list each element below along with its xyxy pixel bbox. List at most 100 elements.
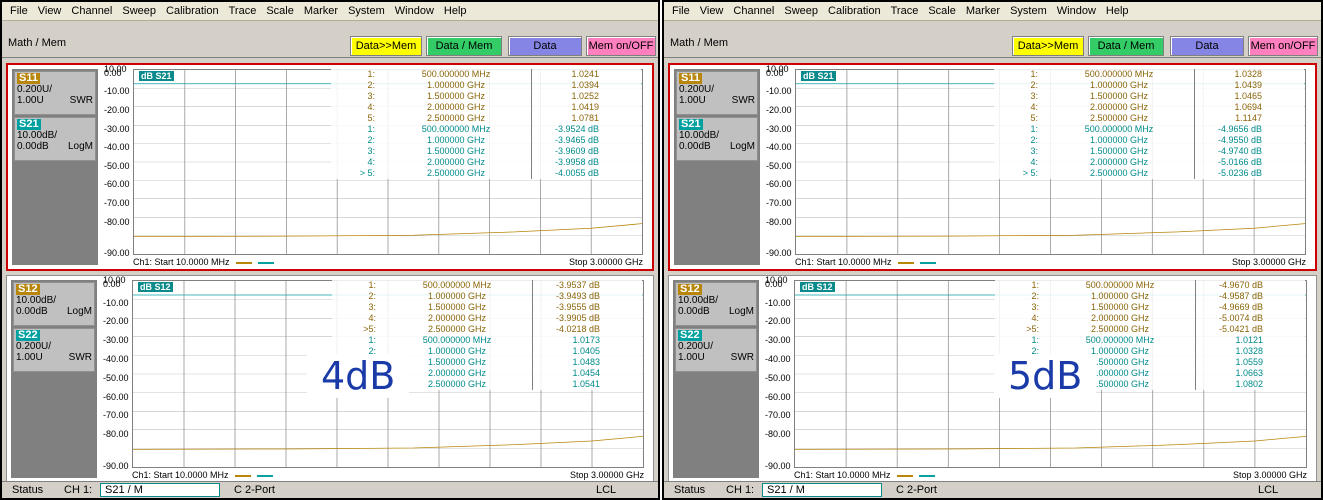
menu-scale[interactable]: Scale — [261, 5, 299, 17]
trace-box-2[interactable]: S21 10.00dB/0.00dB LogM — [676, 117, 758, 161]
trace-ref-line: 1.00U SWR — [678, 352, 754, 363]
marker-row[interactable]: 5: 2.500000 GHz 1.1147 — [994, 113, 1304, 124]
marker-value: 1.0663 — [1195, 368, 1265, 379]
stop-frequency: Stop 3.00000 GHz — [569, 470, 644, 480]
marker-value: 1.0541 — [532, 379, 602, 390]
marker-row[interactable]: >5: 2.500000 GHz -5.0421 dB — [995, 324, 1305, 335]
menu-file[interactable]: File — [5, 5, 33, 17]
marker-row[interactable]: 2: 1.000000 GHz -3.9465 dB — [331, 135, 641, 146]
menu-trace[interactable]: Trace — [886, 5, 924, 17]
marker-row[interactable]: 5: 2.500000 GHz 1.0781 — [331, 113, 641, 124]
trace-box-2[interactable]: S22 0.200U/1.00U SWR — [675, 328, 757, 372]
marker-row[interactable]: 1: 500.000000 MHz -3.9537 dB — [332, 280, 642, 291]
data-button[interactable]: Data — [508, 36, 582, 56]
marker-readout: 1: 500.000000 MHz 1.0328 2: 1.000000 GHz 1.04… — [994, 69, 1304, 179]
menu-channel[interactable]: Channel — [728, 5, 779, 17]
marker-row[interactable]: 3: 1.500000 GHz -3.9609 dB — [331, 146, 641, 157]
plot-area[interactable]: 10.00 0.00 -10.00 -20.00 -30.00 -40.00 -50.00-… — [765, 64, 1310, 269]
marker-row[interactable]: 4: 2.000000 GHz -5.0074 dB — [995, 313, 1305, 324]
marker-frequency: 1.500000 GHz — [1090, 302, 1150, 312]
trace-box-1[interactable]: S12 10.00dB/0.00dB LogM — [13, 282, 95, 326]
trace-box-2[interactable]: S21 10.00dB/0.00dB LogM — [14, 117, 96, 161]
marker-row[interactable]: 4: 2.000000 GHz 1.0694 — [994, 102, 1304, 113]
marker-row[interactable]: > 5: 2.500000 GHz -5.0236 dB — [994, 168, 1304, 179]
marker-row[interactable]: 2: 1.000000 GHz -4.9550 dB — [994, 135, 1304, 146]
menu-scale[interactable]: Scale — [923, 5, 961, 17]
marker-value: -3.9555 dB — [532, 302, 602, 313]
marker-row[interactable]: > 5: 2.500000 GHz -4.0055 dB — [331, 168, 641, 179]
marker-row[interactable]: 1: 500.000000 MHz 1.0173 — [332, 335, 642, 346]
marker-number: 4: — [1031, 313, 1039, 323]
marker-row[interactable]: 3: 1.500000 GHz -3.9555 dB — [332, 302, 642, 313]
trace-format: SWR — [731, 95, 755, 106]
trace-box-1[interactable]: S11 0.200U/1.00U SWR — [14, 71, 96, 115]
trace-box-1[interactable]: S12 10.00dB/0.00dB LogM — [675, 282, 757, 326]
marker-value: -3.9524 dB — [531, 124, 601, 135]
menu-view[interactable]: View — [33, 5, 67, 17]
menu-sweep[interactable]: Sweep — [117, 5, 161, 17]
menu-help[interactable]: Help — [439, 5, 472, 17]
marker-row[interactable]: 1: 500.000000 MHz -3.9524 dB — [331, 124, 641, 135]
menu-channel[interactable]: Channel — [66, 5, 117, 17]
data-to-mem-button[interactable]: Data>>Mem — [350, 36, 422, 56]
active-trace-field[interactable]: S21 / M — [100, 483, 220, 497]
marker-row[interactable]: 2: 1.000000 GHz 1.0439 — [994, 80, 1304, 91]
menu-system[interactable]: System — [343, 5, 390, 17]
marker-row[interactable]: 4: 2.000000 GHz -3.9958 dB — [331, 157, 641, 168]
menu-calibration[interactable]: Calibration — [161, 5, 224, 17]
menu-sweep[interactable]: Sweep — [779, 5, 823, 17]
trace-box-1[interactable]: S11 0.200U/1.00U SWR — [676, 71, 758, 115]
marker-row[interactable]: 3: 1.500000 GHz -4.9740 dB — [994, 146, 1304, 157]
trace-box-2[interactable]: S22 0.200U/1.00U SWR — [13, 328, 95, 372]
marker-row[interactable]: 1: 500.000000 MHz 1.0121 — [995, 335, 1305, 346]
marker-row[interactable]: >5: 2.500000 GHz -4.0218 dB — [332, 324, 642, 335]
menu-marker[interactable]: Marker — [299, 5, 343, 17]
menu-window[interactable]: Window — [390, 5, 439, 17]
marker-row[interactable]: 3: 1.500000 GHz 1.0465 — [994, 91, 1304, 102]
data-button[interactable]: Data — [1170, 36, 1244, 56]
menu-calibration[interactable]: Calibration — [823, 5, 886, 17]
data-div-mem-button[interactable]: Data / Mem — [1088, 36, 1164, 56]
y-tick-label: -10.00 — [104, 86, 130, 97]
marker-row[interactable]: 1: 500.000000 MHz 1.0328 — [994, 69, 1304, 80]
y-tick-label: -60.00 — [765, 391, 791, 402]
menu-marker[interactable]: Marker — [961, 5, 1005, 17]
mem-on-off-button[interactable]: Mem on/OFF — [586, 36, 656, 56]
marker-row[interactable]: 4: 2.000000 GHz -5.0166 dB — [994, 157, 1304, 168]
marker-row[interactable]: 3: 1.500000 GHz 1.0252 — [331, 91, 641, 102]
marker-number: >5: — [363, 324, 376, 334]
trace-panel-bottom[interactable]: S12 10.00dB/0.00dB LogM S22 0.200U/1.00U SWR 1… — [668, 275, 1317, 483]
marker-frequency: 1.500000 GHz — [426, 146, 486, 156]
overlay-label: 5dB — [994, 354, 1097, 398]
menu-file[interactable]: File — [667, 5, 695, 17]
marker-row[interactable]: 2: 1.000000 GHz -4.9587 dB — [995, 291, 1305, 302]
marker-row[interactable]: 2: 1.000000 GHz 1.0394 — [331, 80, 641, 91]
data-to-mem-button[interactable]: Data>>Mem — [1012, 36, 1084, 56]
trace-format: SWR — [730, 352, 754, 363]
y-tick-label: -40.00 — [104, 142, 130, 153]
data-div-mem-button[interactable]: Data / Mem — [426, 36, 502, 56]
marker-row[interactable]: 1: 500.000000 MHz -4.9656 dB — [994, 124, 1304, 135]
menu-view[interactable]: View — [695, 5, 729, 17]
marker-value: 1.0394 — [531, 80, 601, 91]
trace-panel-top[interactable]: S11 0.200U/1.00U SWR S21 10.00dB/0.00dB LogM 1… — [6, 63, 654, 271]
trace-panel-top[interactable]: S11 0.200U/1.00U SWR S21 10.00dB/0.00dB LogM 1… — [668, 63, 1317, 271]
marker-value: -3.9905 dB — [532, 313, 602, 324]
marker-row[interactable]: 3: 1.500000 GHz -4.9669 dB — [995, 302, 1305, 313]
menu-system[interactable]: System — [1005, 5, 1052, 17]
marker-value: 1.0465 — [1194, 91, 1264, 102]
menu-help[interactable]: Help — [1101, 5, 1134, 17]
marker-row[interactable]: 4: 2.000000 GHz 1.0419 — [331, 102, 641, 113]
active-trace-field[interactable]: S21 / M — [762, 483, 882, 497]
marker-frequency: 1.500000 GHz — [1089, 91, 1149, 101]
plot-area[interactable]: 10.00 0.00 -10.00 -20.00 -30.00 -40.00 -50.00-… — [103, 64, 647, 269]
marker-row[interactable]: 2: 1.000000 GHz -3.9493 dB — [332, 291, 642, 302]
mem-on-off-button[interactable]: Mem on/OFF — [1248, 36, 1318, 56]
marker-number: 4: — [1030, 102, 1038, 112]
menu-window[interactable]: Window — [1052, 5, 1101, 17]
marker-row[interactable]: 1: 500.000000 MHz 1.0241 — [331, 69, 641, 80]
menu-trace[interactable]: Trace — [224, 5, 262, 17]
marker-row[interactable]: 4: 2.000000 GHz -3.9905 dB — [332, 313, 642, 324]
marker-row[interactable]: 1: 500.000000 MHz -4.9670 dB — [995, 280, 1305, 291]
y-tick-label: -10.00 — [103, 297, 129, 308]
